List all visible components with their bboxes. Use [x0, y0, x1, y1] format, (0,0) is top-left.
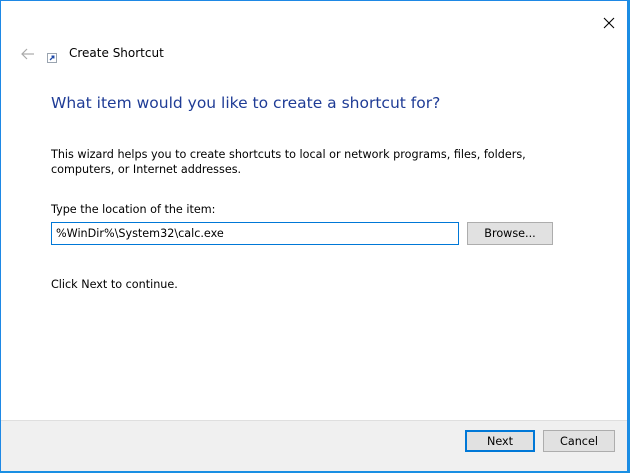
wizard-title: Create Shortcut [69, 46, 164, 60]
close-button[interactable] [595, 9, 623, 37]
back-arrow-icon [21, 48, 34, 60]
next-button[interactable]: Next [465, 430, 535, 452]
browse-button[interactable]: Browse... [467, 222, 553, 245]
wizard-description: This wizard helps you to create shortcut… [51, 148, 526, 176]
location-input[interactable] [51, 222, 459, 245]
back-button[interactable] [15, 41, 41, 67]
location-label: Type the location of the item: [51, 203, 216, 216]
cancel-button[interactable]: Cancel [543, 430, 615, 452]
continue-instruction: Click Next to continue. [51, 278, 178, 291]
shortcut-icon [47, 53, 57, 63]
page-heading: What item would you like to create a sho… [51, 94, 441, 112]
close-icon [603, 17, 615, 29]
create-shortcut-window: Create Shortcut What item would you like… [0, 0, 628, 471]
